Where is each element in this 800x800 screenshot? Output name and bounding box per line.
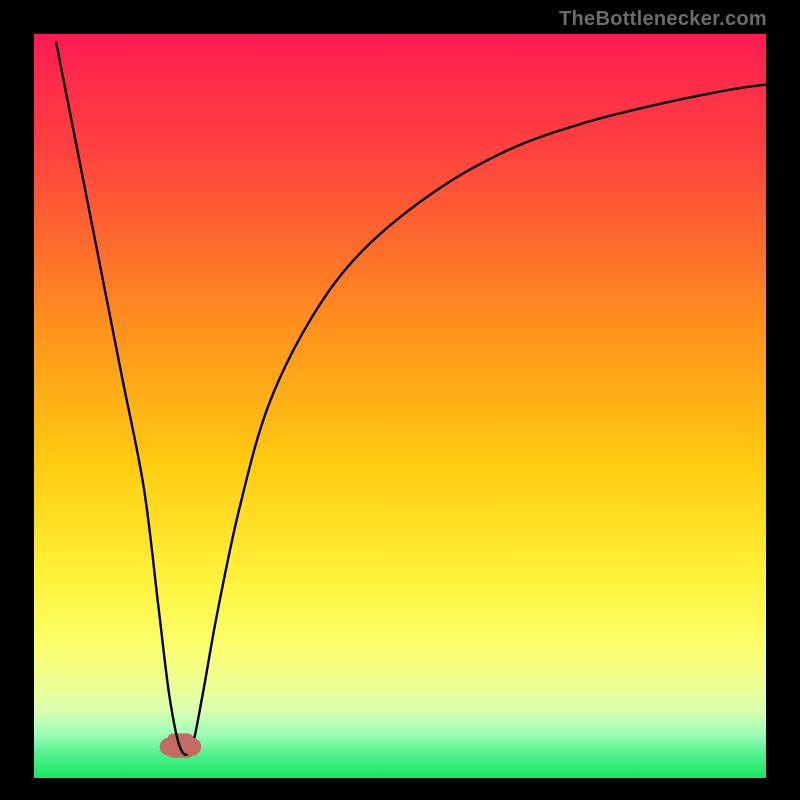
marker-right: [183, 738, 201, 756]
marker-left: [160, 738, 178, 756]
attribution-text: TheBottlenecker.com: [559, 8, 767, 31]
bottleneck-curve: [56, 41, 766, 754]
plot-area: [34, 34, 766, 778]
chart-frame: TheBottlenecker.com: [0, 0, 800, 800]
curve-svg: [34, 34, 766, 778]
